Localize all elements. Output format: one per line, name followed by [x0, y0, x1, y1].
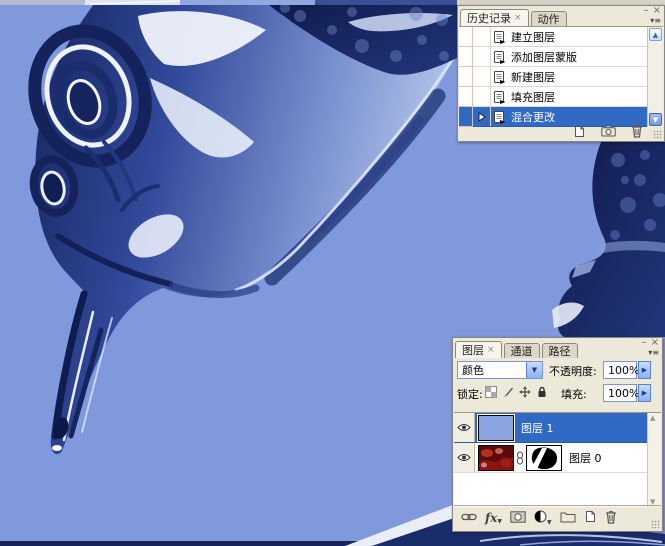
visibility-toggle[interactable] — [454, 443, 475, 472]
eye-icon — [457, 423, 471, 432]
layers-bottom-bar: fx▼ ▼ — [454, 505, 661, 530]
tab-actions[interactable]: 动作 — [531, 11, 567, 26]
tab-history-label: 历史记录 — [467, 10, 511, 26]
history-item-label: 建立图层 — [508, 29, 555, 45]
panel-menu-icon[interactable]: ▾≡ — [650, 16, 661, 25]
history-state-slider-icon[interactable] — [478, 112, 486, 122]
history-scrollbar[interactable]: ▲ ▼ — [647, 27, 663, 127]
layer-list-scrollbar[interactable]: ▲ ▼ — [647, 413, 661, 507]
new-group-folder-button[interactable] — [560, 511, 576, 526]
history-item-fill-layer[interactable]: 填充图层 — [459, 87, 663, 107]
new-snapshot-camera-button[interactable] — [601, 125, 616, 140]
close-icon[interactable]: × — [653, 6, 661, 16]
fill-arrow-button[interactable]: ▶ — [638, 384, 651, 402]
history-item-label: 混合更改 — [508, 109, 555, 125]
link-layers-button[interactable] — [461, 512, 477, 525]
layer-style-fx-button[interactable]: fx▼ — [485, 512, 502, 525]
history-brush-checkbox[interactable] — [459, 107, 473, 127]
opacity-value[interactable]: 100% — [603, 361, 637, 379]
tab-actions-label: 动作 — [538, 11, 560, 27]
tab-layers-label: 图层 — [462, 342, 484, 358]
layer-name[interactable]: 图层 1 — [514, 420, 554, 436]
delete-layer-trash-button[interactable] — [605, 510, 617, 527]
fill-label: 填充: — [561, 386, 587, 402]
lock-position-move-icon[interactable] — [519, 386, 531, 401]
history-state-icon — [491, 110, 508, 124]
lock-transparency-icon[interactable] — [485, 386, 497, 401]
close-icon[interactable]: × — [651, 338, 659, 348]
tab-channels-label: 通道 — [511, 343, 533, 359]
history-item-label: 添加图层蒙版 — [508, 49, 577, 65]
history-state-icon — [491, 90, 508, 104]
tab-close-icon[interactable]: × — [487, 346, 495, 355]
scroll-up-icon: ▲ — [650, 414, 655, 422]
history-item-label: 填充图层 — [508, 89, 555, 105]
blend-mode-value: 颜色 — [458, 362, 526, 378]
tab-close-icon[interactable]: × — [514, 14, 522, 23]
history-item-make-layer[interactable]: 建立图层 — [459, 27, 663, 47]
lock-fill-row: 锁定: 填充: 100% ▶ — [453, 382, 662, 404]
history-state-icon — [491, 70, 508, 84]
opacity-label: 不透明度: — [549, 363, 597, 379]
history-state-icon — [491, 50, 508, 64]
tab-history[interactable]: 历史记录 × — [460, 9, 529, 26]
new-layer-button[interactable] — [584, 510, 597, 526]
history-brush-checkbox[interactable] — [459, 47, 473, 67]
panel-resize-grip[interactable] — [653, 130, 662, 139]
history-item-label: 新建图层 — [508, 69, 555, 85]
minimize-icon[interactable]: – — [644, 6, 649, 16]
tab-layers[interactable]: 图层 × — [455, 341, 502, 358]
layers-panel-header: 图层 × 通道 路径 – × ▾≡ — [453, 338, 662, 358]
tab-paths-label: 路径 — [549, 343, 571, 359]
lock-all-padlock-icon[interactable] — [536, 386, 548, 401]
chevron-down-icon[interactable]: ▼ — [526, 362, 542, 378]
layers-panel: 图层 × 通道 路径 – × ▾≡ 颜色 ▼ 不透明度: — [452, 337, 663, 532]
history-bottom-bar — [459, 125, 663, 140]
history-brush-checkbox[interactable] — [459, 67, 473, 87]
layer-thumbnail[interactable] — [478, 445, 514, 471]
minimize-icon[interactable]: – — [642, 338, 647, 348]
tab-paths[interactable]: 路径 — [542, 343, 578, 358]
panel-menu-icon[interactable]: ▾≡ — [648, 348, 659, 357]
blend-opacity-row: 颜色 ▼ 不透明度: 100% ▶ — [453, 358, 662, 382]
new-adjustment-layer-button[interactable]: ▼ — [534, 510, 552, 526]
history-panel-header: 历史记录 × 动作 – × ▾≡ — [458, 6, 664, 26]
visibility-toggle[interactable] — [454, 413, 475, 442]
history-state-icon — [491, 30, 508, 44]
history-item-new-layer[interactable]: 新建图层 — [459, 67, 663, 87]
layer-row-layer0[interactable]: 图层 0 — [454, 443, 661, 473]
history-list: 建立图层 添加图层蒙版 新建图层 — [459, 26, 663, 127]
chevron-down-icon: ▼ — [547, 519, 552, 526]
scroll-up-button[interactable]: ▲ — [649, 28, 662, 41]
delete-state-trash-button[interactable] — [631, 124, 643, 141]
history-brush-checkbox[interactable] — [459, 87, 473, 107]
photoshop-workspace: 历史记录 × 动作 – × ▾≡ 建立图层 — [0, 0, 665, 546]
add-layer-mask-button[interactable] — [510, 511, 526, 526]
opacity-arrow-button[interactable]: ▶ — [638, 361, 651, 379]
blend-mode-select[interactable]: 颜色 ▼ — [457, 361, 543, 379]
layer-thumbnail[interactable] — [478, 415, 514, 441]
layer-mask-thumbnail[interactable] — [526, 445, 562, 471]
new-document-from-state-button[interactable] — [573, 125, 586, 141]
lock-pixels-brush-icon[interactable] — [502, 386, 514, 401]
history-item-add-layer-mask[interactable]: 添加图层蒙版 — [459, 47, 663, 67]
history-panel: 历史记录 × 动作 – × ▾≡ 建立图层 — [457, 5, 665, 142]
layer-list: 图层 1 图层 0 ▲ ▼ — [454, 412, 661, 507]
fill-value[interactable]: 100% — [603, 384, 637, 402]
tab-channels[interactable]: 通道 — [504, 343, 540, 358]
layer-name[interactable]: 图层 0 — [562, 450, 602, 466]
chevron-down-icon: ▼ — [497, 518, 502, 525]
history-brush-checkbox[interactable] — [459, 27, 473, 47]
layer-row-layer1[interactable]: 图层 1 — [454, 413, 661, 443]
mask-link-chain-icon[interactable] — [516, 451, 524, 465]
eye-icon — [457, 453, 471, 462]
lock-label: 锁定: — [457, 386, 483, 402]
panel-resize-grip[interactable] — [651, 520, 660, 529]
